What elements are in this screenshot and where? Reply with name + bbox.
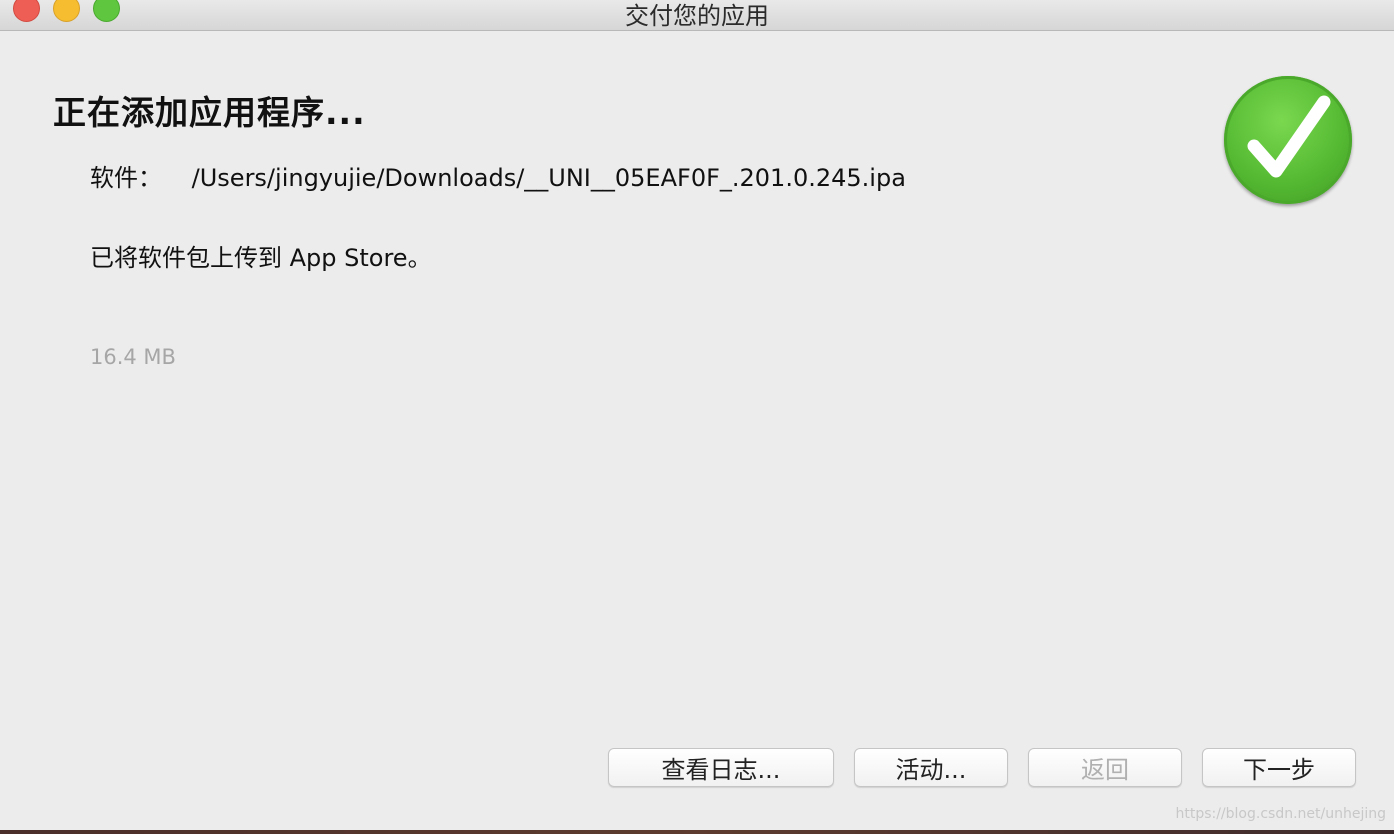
software-row: 软件： /Users/jingyujie/Downloads/__UNI__05… [90, 158, 906, 193]
file-size: 16.4 MB [90, 345, 176, 369]
window-titlebar: 交付您的应用 [0, 0, 1394, 31]
desktop-edge [0, 830, 1394, 834]
software-path: /Users/jingyujie/Downloads/__UNI__05EAF0… [191, 164, 906, 192]
back-button[interactable]: 返回 [1028, 748, 1182, 787]
view-log-button[interactable]: 查看日志... [608, 748, 834, 787]
next-button[interactable]: 下一步 [1202, 748, 1356, 787]
checkmark-success-icon [1224, 76, 1352, 204]
window-title: 交付您的应用 [625, 2, 769, 30]
software-label: 软件： [90, 164, 162, 192]
status-message: 已将软件包上传到 App Store。 [90, 244, 432, 272]
page-heading: 正在添加应用程序... [53, 93, 366, 132]
watermark: https://blog.csdn.net/unhejing [1175, 806, 1386, 822]
activity-button[interactable]: 活动... [854, 748, 1008, 787]
